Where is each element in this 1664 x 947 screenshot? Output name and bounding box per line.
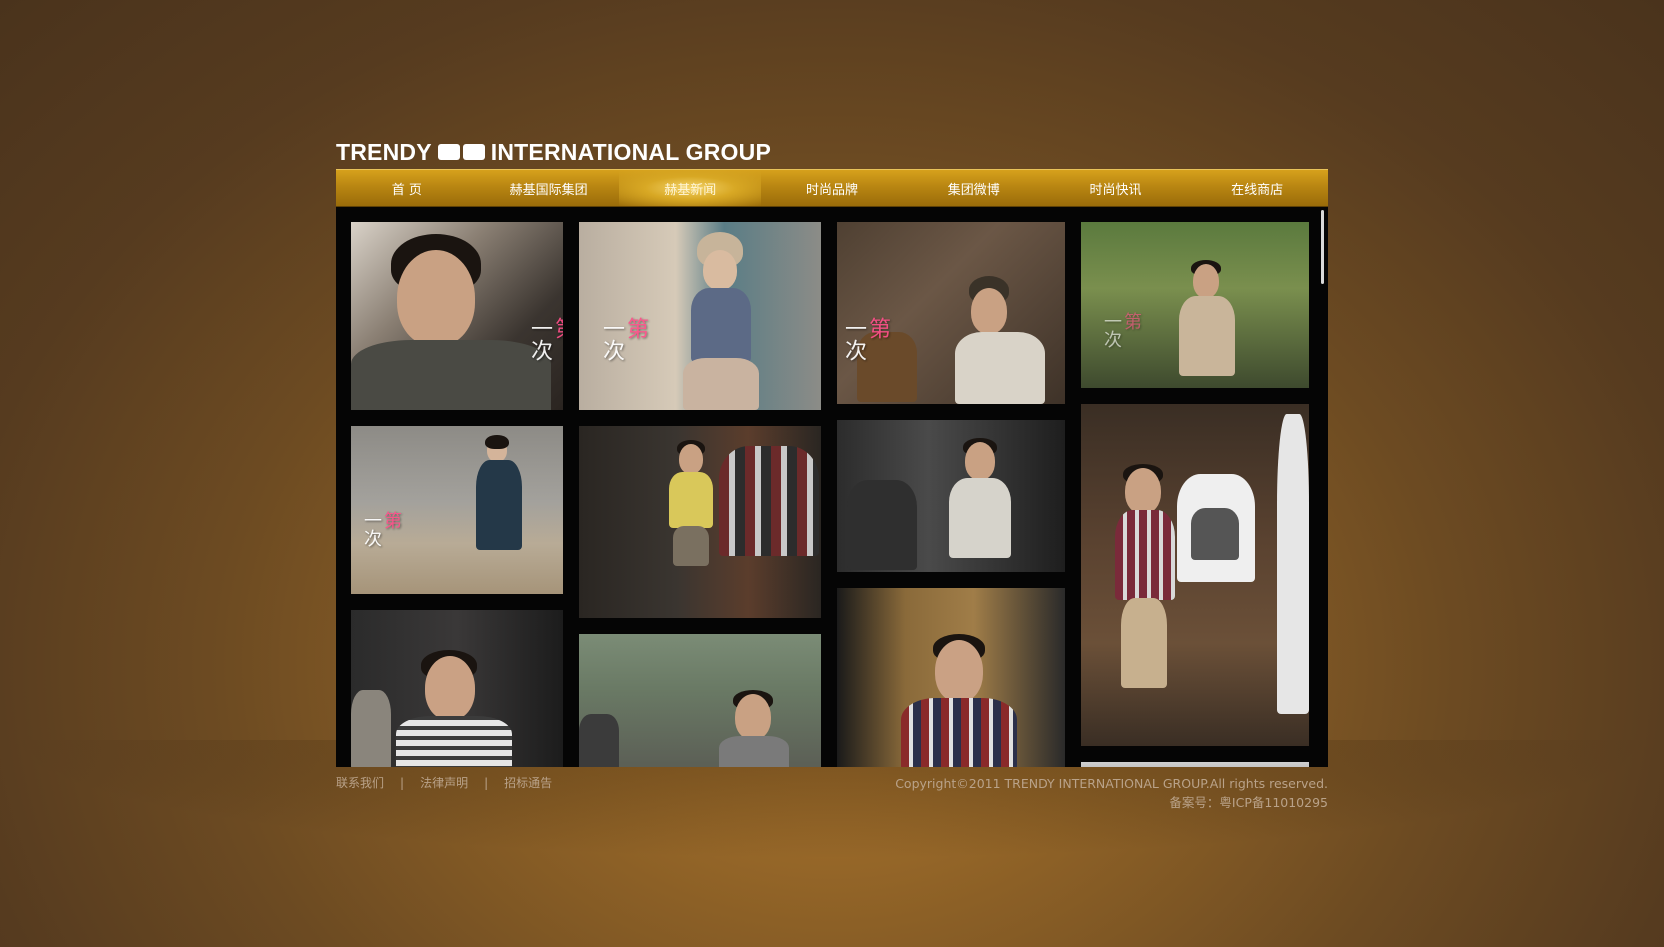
icp-text: 备案号：粤ICP备11010295 (1169, 795, 1328, 810)
nav-label: 赫基国际集团 (509, 182, 588, 198)
footer-separator: | (484, 775, 489, 790)
nav-label: 时尚品牌 (806, 182, 859, 198)
nav-label: 集团微博 (947, 182, 1000, 198)
photo-men-mirror-shop[interactable] (837, 420, 1065, 572)
photo-man-sitting-park[interactable]: 第一次 (1081, 222, 1309, 388)
nav-item-home[interactable]: 首 页 (336, 170, 478, 206)
copyright-block: Copyright©2011 TRENDY INTERNATIONAL GROU… (895, 774, 1328, 812)
photo-partial-bottom[interactable] (1081, 762, 1309, 767)
footer-link-tender[interactable]: 招标通告 (504, 774, 552, 791)
nav-item-weibo[interactable]: 集团微博 (903, 170, 1045, 206)
photo-man-sunglasses-plaza[interactable] (579, 634, 821, 767)
nav-item-online-store[interactable]: 在线商店 (1186, 170, 1328, 206)
photo-man-beanie-studio[interactable]: 第一次 (837, 222, 1065, 404)
photo-man-plaid-shirt-interview[interactable] (837, 588, 1065, 767)
photo-gallery[interactable]: 第一次 第一次 第一次 第一次 第 一次 (336, 207, 1328, 767)
photo-woman-knit-hat-street[interactable]: 第一次 (579, 222, 821, 410)
logo-text-trendy: TRENDY (336, 138, 432, 165)
footer-links: 联系我们 | 法律声明 | 招标通告 (336, 774, 552, 791)
nav-item-brands[interactable]: 时尚品牌 (761, 170, 903, 206)
gallery-scrollbar[interactable] (1318, 207, 1328, 767)
nav-label: 在线商店 (1231, 182, 1284, 198)
logo-blocks-icon (437, 144, 485, 160)
brand-logo[interactable]: TRENDY INTERNATIONAL GROUP (336, 138, 771, 166)
photo-man-striped-shirt[interactable] (351, 610, 563, 767)
photo-man-yellow-tee-store[interactable] (579, 426, 821, 618)
nav-label: 时尚快讯 (1089, 182, 1142, 198)
photo-man-holding-shirt-store[interactable] (1081, 404, 1309, 746)
nav-item-group[interactable]: 赫基国际集团 (478, 170, 620, 206)
copyright-text: Copyright©2011 TRENDY INTERNATIONAL GROU… (895, 776, 1328, 791)
logo-text-group: INTERNATIONAL GROUP (490, 138, 771, 165)
main-nav: 首 页 赫基国际集团 赫基新闻 时尚品牌 集团微博 时尚快讯 在线商店 (336, 169, 1328, 207)
photo-man-portrait-window[interactable]: 第一次 (351, 222, 563, 410)
nav-item-news[interactable]: 赫基新闻 (619, 170, 762, 206)
footer-link-legal[interactable]: 法律声明 (420, 774, 468, 791)
footer-link-contact[interactable]: 联系我们 (336, 774, 384, 791)
nav-label: 赫基新闻 (664, 182, 717, 198)
nav-item-fashion-news[interactable]: 时尚快讯 (1045, 170, 1187, 206)
nav-label: 首 页 (391, 182, 422, 198)
footer-separator: | (400, 775, 405, 790)
photo-woman-beach[interactable]: 第一次 (351, 426, 563, 594)
scrollbar-thumb[interactable] (1321, 210, 1324, 284)
